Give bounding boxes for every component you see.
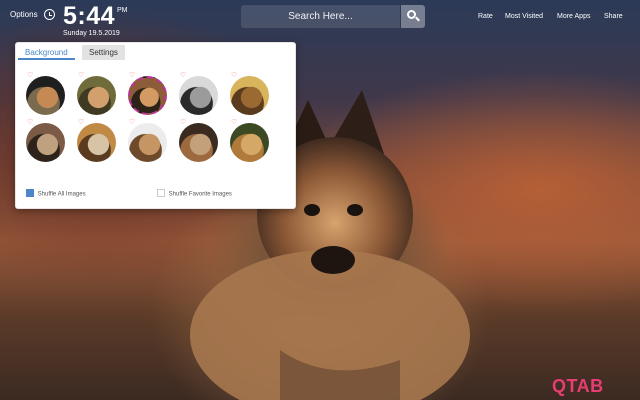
background-thumbnail[interactable] — [179, 123, 218, 162]
favorite-heart-icon[interactable]: ♡ — [180, 72, 187, 79]
background-thumbnail[interactable] — [128, 123, 167, 162]
most-visited-link[interactable]: Most Visited — [505, 13, 543, 20]
background-thumbnail[interactable] — [230, 76, 269, 115]
background-thumbnail[interactable] — [179, 76, 218, 115]
favorite-heart-icon[interactable]: ♡ — [78, 72, 85, 79]
favorite-heart-icon[interactable]: ♡ — [180, 119, 187, 126]
background-thumbnail[interactable] — [26, 123, 65, 162]
more-apps-link[interactable]: More Apps — [557, 13, 590, 20]
qtab-logo: QTAB — [552, 376, 604, 396]
background-thumbnail[interactable] — [26, 76, 65, 115]
shuffle-all-row[interactable]: Shuffle All Images — [26, 189, 86, 198]
background-thumbnail[interactable] — [77, 123, 116, 162]
clock-date: Sunday 19.5.2019 — [63, 30, 120, 37]
share-link[interactable]: Share — [604, 13, 623, 20]
background-thumbnails: ♡ ♡ ♡ ♡ ♡ ♡ ♡ ♡ ♡ ♡ — [16, 72, 295, 173]
shuffle-favorite-checkbox[interactable] — [157, 189, 165, 197]
favorite-heart-icon[interactable]: ♡ — [129, 72, 136, 79]
favorite-heart-icon[interactable]: ♡ — [78, 119, 85, 126]
rate-link[interactable]: Rate — [478, 13, 493, 20]
top-links: Rate Most Visited More Apps Share — [0, 13, 640, 25]
favorite-heart-icon[interactable]: ♡ — [27, 72, 34, 79]
shuffle-all-label: Shuffle All Images — [37, 191, 86, 198]
favorite-heart-icon[interactable]: ♡ — [231, 119, 238, 126]
shuffle-all-checkbox[interactable] — [26, 189, 34, 197]
favorite-heart-icon[interactable]: ♡ — [129, 119, 136, 126]
shuffle-favorite-row[interactable]: Shuffle Favorite Images — [157, 189, 232, 198]
tab-settings[interactable]: Settings — [82, 45, 125, 60]
favorite-heart-icon[interactable]: ♡ — [27, 119, 34, 126]
shuffle-favorite-label: Shuffle Favorite Images — [168, 191, 232, 198]
background-panel: Background Settings ♡ ♡ ♡ ♡ ♡ ♡ ♡ ♡ ♡ ♡ Shuffle A… — [15, 42, 296, 209]
background-thumbnail[interactable] — [77, 76, 116, 115]
background-thumbnail[interactable] — [230, 123, 269, 162]
tab-background[interactable]: Background — [18, 45, 75, 60]
favorite-heart-icon[interactable]: ♡ — [231, 72, 238, 79]
background-thumbnail[interactable] — [128, 76, 167, 115]
